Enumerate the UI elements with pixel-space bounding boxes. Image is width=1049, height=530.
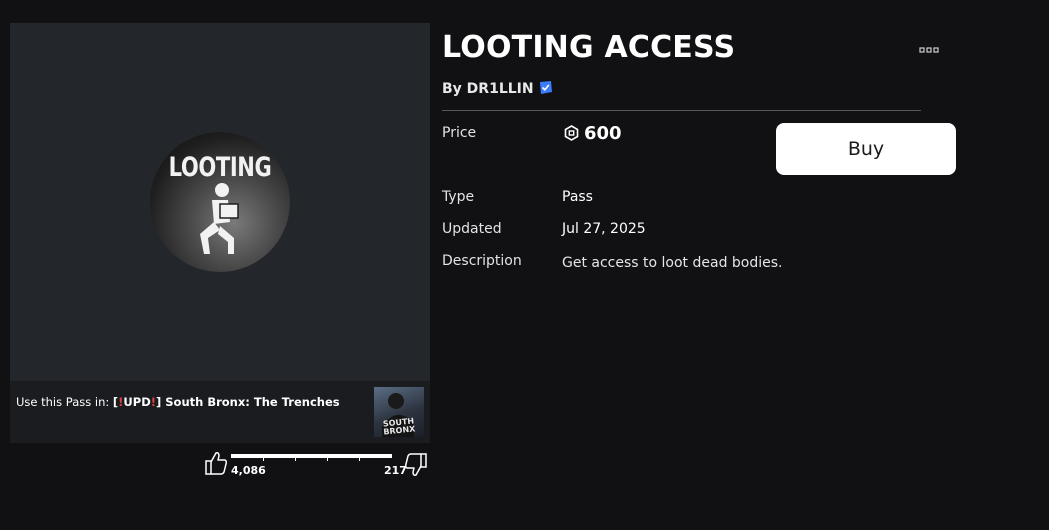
price-label: Price [442,125,477,141]
robux-icon [564,125,579,141]
upvote-count: 4,086 [231,464,266,477]
game-link-upd: UPD [123,395,151,409]
vote-ratio-bar [231,454,392,461]
item-thumbnail-image: LOOTING [150,132,290,272]
creator-line: By DR1LLIN [442,80,553,97]
game-thumbnail[interactable]: SOUTH BRONX [374,387,424,437]
thumbs-down-icon[interactable] [404,452,428,478]
looting-figure-icon [200,183,239,254]
creator-prefix: By [442,81,462,97]
more-options-icon[interactable] [918,44,940,56]
type-value: Pass [562,189,593,205]
creator-link[interactable]: DR1LLIN [467,81,534,97]
price-value: 600 [564,123,622,144]
thumbs-up-icon[interactable] [204,450,228,476]
game-link-bracket-close: ] [155,395,162,409]
game-link-name: South Bronx: The Trenches [165,395,340,409]
thumbnail-title-text: LOOTING [168,152,272,183]
header-divider [442,110,921,111]
game-link-bar[interactable]: Use this Pass in: [!UPD!] South Bronx: T… [10,381,430,443]
buy-button[interactable]: Buy [776,123,956,175]
verified-badge-icon [539,81,552,94]
price-amount: 600 [584,123,622,144]
item-thumbnail-panel: LOOTING Use this Pass in: [!UPD!] South … [10,23,430,443]
vote-section: 4,086 217 [204,450,432,480]
game-link-label[interactable]: Use this Pass in: [!UPD!] South Bronx: T… [16,395,340,409]
description-value: Get access to loot dead bodies. [562,255,783,271]
game-link-prefix: Use this Pass in: [16,395,110,409]
updated-label: Updated [442,221,502,237]
item-title: LOOTING ACCESS [442,30,736,65]
updated-value: Jul 27, 2025 [562,221,646,237]
type-label: Type [442,189,475,205]
description-label: Description [442,253,522,269]
